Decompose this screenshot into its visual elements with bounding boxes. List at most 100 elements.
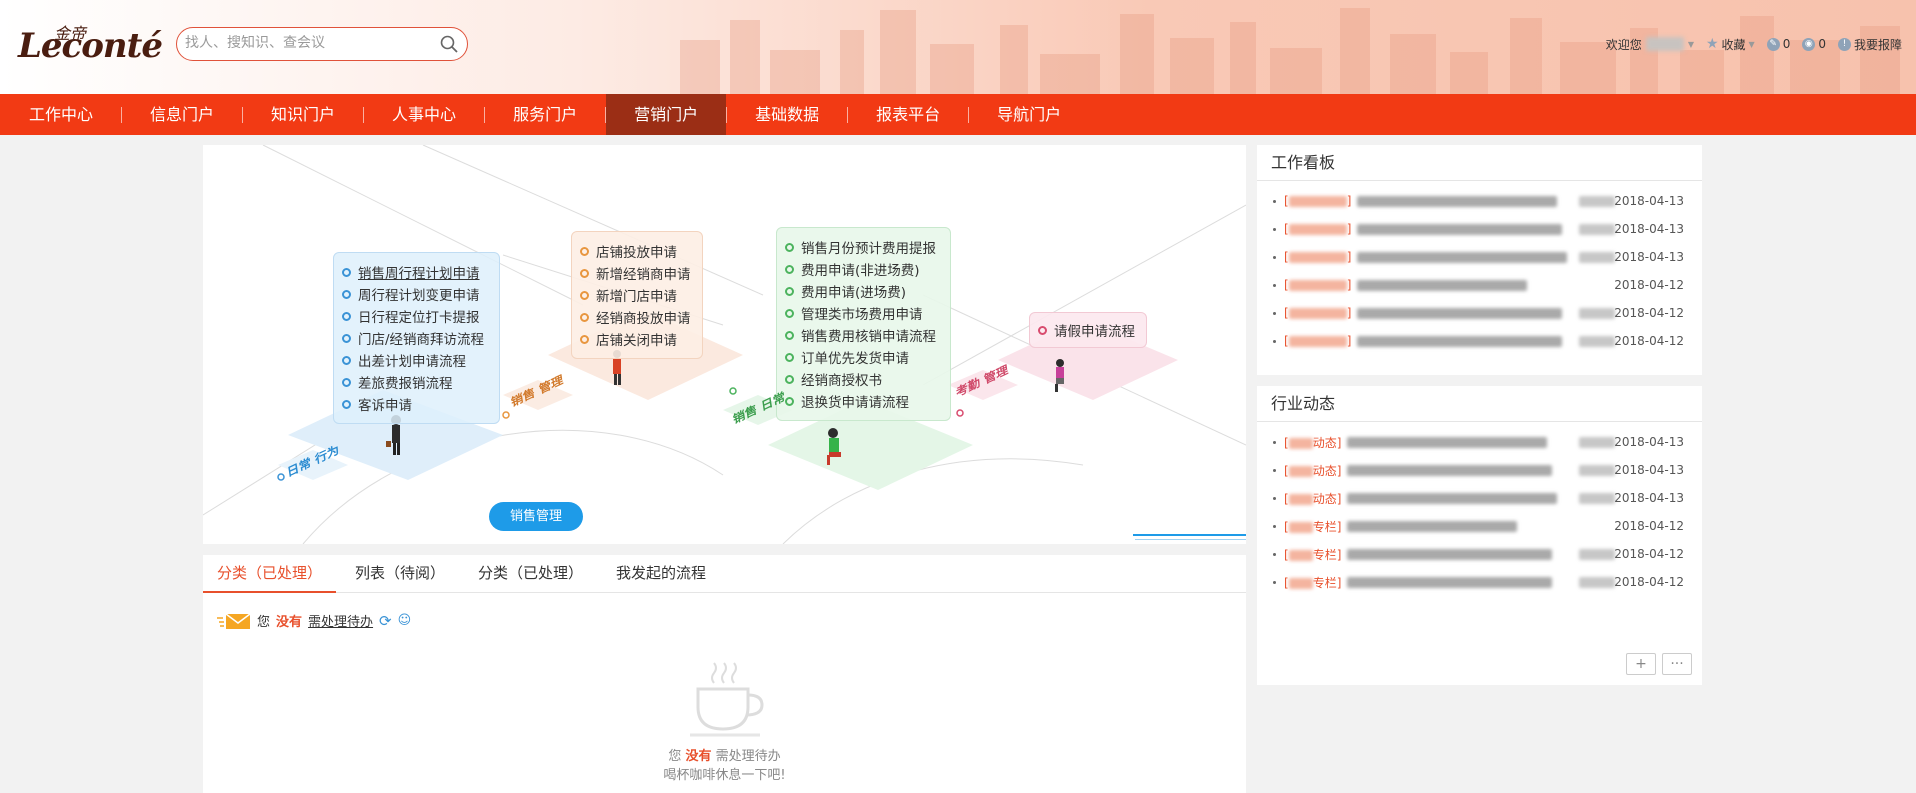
circle-bullet-icon <box>580 312 589 322</box>
nav-item-info-portal[interactable]: 信息门户 <box>122 94 242 135</box>
nav-item-work-center[interactable]: 工作中心 <box>0 94 121 135</box>
nav-item-service-portal[interactable]: 服务门户 <box>485 94 605 135</box>
favorites-menu[interactable]: ★ 收藏 ▼ <box>1706 36 1755 53</box>
item-author-blurred <box>1579 335 1615 347</box>
coffee-cup-icon <box>689 662 764 737</box>
list-item[interactable]: [动态] 2018-04-13 <box>1257 484 1702 512</box>
list-item[interactable]: 费用申请(进场费) <box>785 280 942 302</box>
search-icon[interactable] <box>439 34 459 54</box>
bullet-icon <box>1273 311 1276 315</box>
search-input[interactable] <box>185 35 425 51</box>
list-item[interactable]: [] 2018-04-12 <box>1257 327 1702 355</box>
attendance-card: 请假申请流程 <box>1029 312 1147 348</box>
list-item[interactable]: 请假申请流程 <box>1038 319 1138 341</box>
list-item[interactable]: [] 2018-04-13 <box>1257 187 1702 215</box>
pending-todo-link[interactable]: 需处理待办 <box>308 611 373 630</box>
item-title-blurred <box>1347 436 1548 448</box>
tab-category-processed-2[interactable]: 分类（已处理） <box>464 555 597 593</box>
industry-news-board: 行业动态 [动态] 2018-04-13 [动态] 2018-04-13 [动态] 2… <box>1257 386 1702 685</box>
chevron-down-icon[interactable]: ▼ <box>1688 40 1694 49</box>
list-item[interactable]: 日行程定位打卡提报 <box>342 305 491 327</box>
user-name-blurred[interactable] <box>1645 37 1684 51</box>
nav-item-marketing-portal[interactable]: 营销门户 <box>606 94 727 135</box>
item-date: 2018-04-12 <box>1614 547 1684 561</box>
leconte-logo[interactable]: 金帝 Leconté <box>18 22 163 72</box>
list-item[interactable]: [] 2018-04-13 <box>1257 243 1702 271</box>
report-issue-link[interactable]: ! 我要报障 <box>1837 36 1902 53</box>
circle-bullet-icon <box>785 330 794 340</box>
add-button[interactable]: + <box>1626 653 1656 675</box>
sales-management-button[interactable]: 销售管理 <box>489 502 583 531</box>
nav-item-report-platform[interactable]: 报表平台 <box>848 94 968 135</box>
circle-bullet-icon <box>785 396 794 406</box>
list-item[interactable]: 经销商投放申请 <box>580 306 694 328</box>
item-title-blurred <box>1347 548 1553 560</box>
daily-behavior-card: 销售周行程计划申请 周行程计划变更申请 日行程定位打卡提报 门店/经销商拜访流程… <box>333 252 500 424</box>
list-item[interactable]: [动态] 2018-04-13 <box>1257 456 1702 484</box>
industry-news-list: [动态] 2018-04-13 [动态] 2018-04-13 [动态] 2018-0… <box>1257 422 1702 596</box>
list-item[interactable]: 销售周行程计划申请 <box>342 261 491 283</box>
list-item[interactable]: 门店/经销商拜访流程 <box>342 327 491 349</box>
list-item[interactable]: [专栏] 2018-04-12 <box>1257 512 1702 540</box>
item-date: 2018-04-13 <box>1614 463 1684 477</box>
list-item[interactable]: 销售费用核销申请流程 <box>785 324 942 346</box>
nav-item-knowledge-portal[interactable]: 知识门户 <box>243 94 363 135</box>
circle-bullet-icon <box>580 268 589 278</box>
circle-bullet-icon <box>580 246 589 256</box>
nav-item-hr-center[interactable]: 人事中心 <box>364 94 484 135</box>
list-item[interactable]: 周行程计划变更申请 <box>342 283 491 305</box>
list-item[interactable]: 销售月份预计费用提报 <box>785 236 942 258</box>
todo-count[interactable]: ✎ 0 <box>1766 37 1790 51</box>
item-title-blurred <box>1357 307 1563 319</box>
search-box[interactable] <box>176 27 468 61</box>
read-count-value: 0 <box>1818 37 1826 51</box>
item-title-blurred <box>1357 223 1563 235</box>
sales-daily-card: 销售月份预计费用提报 费用申请(非进场费) 费用申请(进场费) 管理类市场费用申… <box>776 227 951 421</box>
list-item[interactable]: [] 2018-04-12 <box>1257 299 1702 327</box>
item-tag: [] <box>1284 306 1352 320</box>
item-title-blurred <box>1347 464 1553 476</box>
list-item[interactable]: 店铺关闭申请 <box>580 328 694 350</box>
eye-icon: ◉ <box>1802 37 1816 51</box>
list-item[interactable]: 经销商授权书 <box>785 368 942 390</box>
list-item[interactable]: [] 2018-04-12 <box>1257 271 1702 299</box>
refresh-icon[interactable]: ⟳ <box>379 612 392 630</box>
list-item[interactable]: 新增门店申请 <box>580 284 694 306</box>
nav-item-basic-data[interactable]: 基础数据 <box>727 94 847 135</box>
item-title-blurred <box>1357 279 1528 291</box>
info-icon: ! <box>1837 37 1851 51</box>
list-item[interactable]: [专栏] 2018-04-12 <box>1257 540 1702 568</box>
item-author-blurred <box>1579 223 1615 235</box>
list-item[interactable]: 订单优先发货申请 <box>785 346 942 368</box>
list-item[interactable]: [动态] 2018-04-13 <box>1257 428 1702 456</box>
main-nav: 工作中心 信息门户 知识门户 人事中心 服务门户 营销门户 基础数据 报表平台 … <box>0 94 1916 135</box>
list-item[interactable]: 新增经销商申请 <box>580 262 694 284</box>
nav-item-navigation-portal[interactable]: 导航门户 <box>969 94 1089 135</box>
item-author-blurred <box>1579 464 1615 476</box>
item-tag: [动态] <box>1284 463 1342 478</box>
todo-notice: 您 没有 需处理待办 ⟳ ☺ <box>217 611 411 630</box>
list-item[interactable]: 客诉申请 <box>342 393 491 415</box>
tab-category-processed[interactable]: 分类（已处理） <box>203 555 337 593</box>
tab-my-initiated-flows[interactable]: 我发起的流程 <box>602 555 720 593</box>
list-item[interactable]: 退换货申请请流程 <box>785 390 942 412</box>
list-item[interactable]: 差旅费报销流程 <box>342 371 491 393</box>
circle-bullet-icon <box>785 242 794 252</box>
list-item[interactable]: 管理类市场费用申请 <box>785 302 942 324</box>
circle-bullet-icon <box>1038 325 1047 335</box>
more-button[interactable]: ··· <box>1662 653 1692 675</box>
bullet-icon <box>1273 580 1276 584</box>
list-item[interactable]: [专栏] 2018-04-12 <box>1257 568 1702 596</box>
list-item[interactable]: 出差计划申请流程 <box>342 349 491 371</box>
read-count[interactable]: ◉ 0 <box>1802 37 1826 51</box>
report-issue-label: 我要报障 <box>1853 37 1902 52</box>
circle-bullet-icon <box>342 377 351 387</box>
list-item[interactable]: 店铺投放申请 <box>580 240 694 262</box>
bullet-icon <box>1273 552 1276 556</box>
user-toolbar: 欢迎您 ▼ ★ 收藏 ▼ ✎ 0 ◉ 0 ! 我要报障 <box>1606 34 1902 54</box>
logo-text: Leconté <box>18 26 163 66</box>
tab-list-to-read[interactable]: 列表（待阅） <box>341 555 459 593</box>
user-icon[interactable]: ☺ <box>398 613 412 628</box>
list-item[interactable]: 费用申请(非进场费) <box>785 258 942 280</box>
list-item[interactable]: [] 2018-04-13 <box>1257 215 1702 243</box>
